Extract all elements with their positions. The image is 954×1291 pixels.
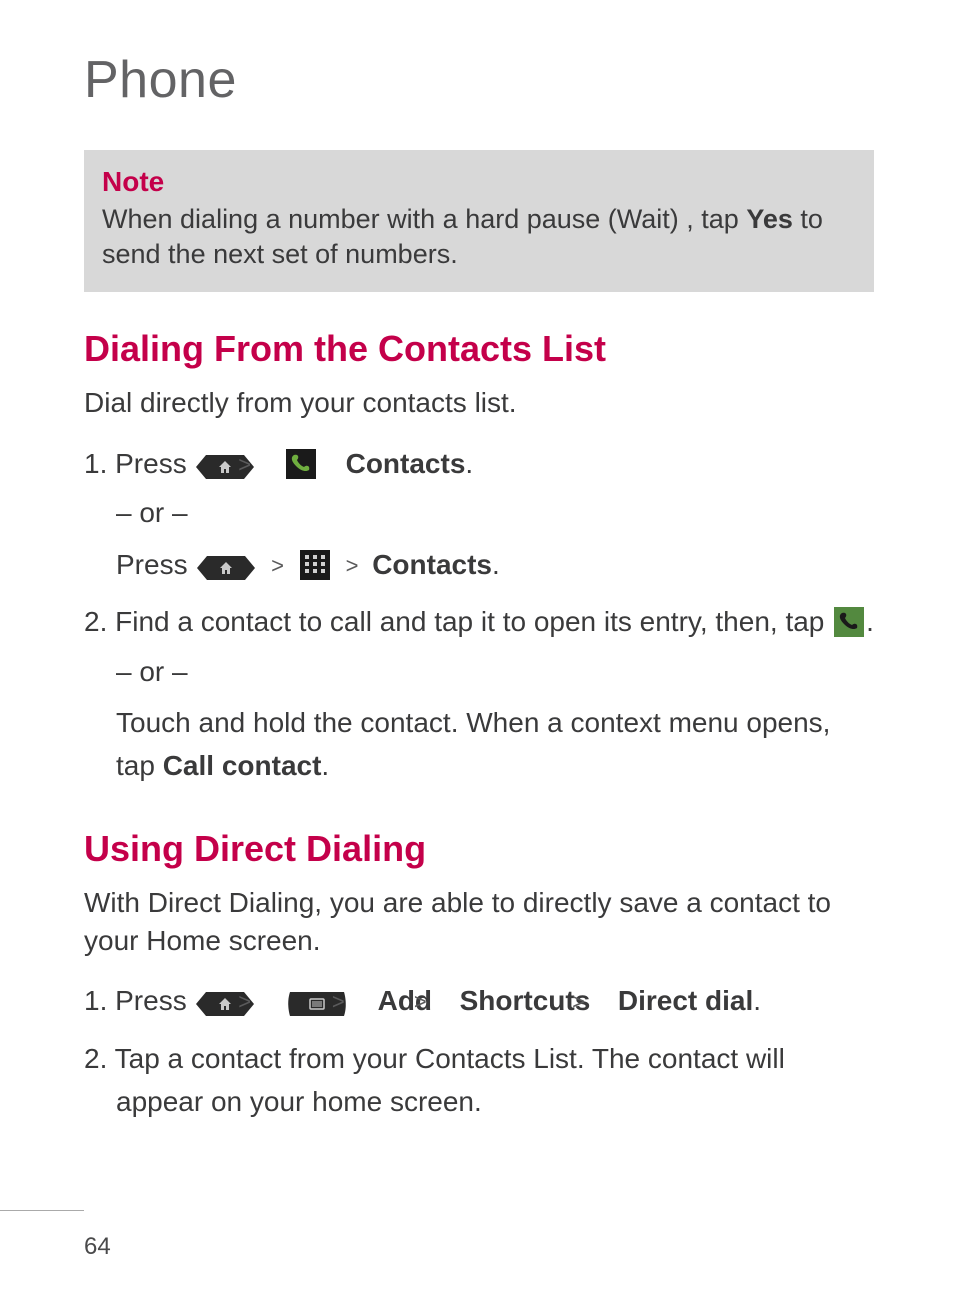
call-icon: [834, 607, 864, 637]
page-title: Phone: [84, 50, 874, 110]
period: .: [465, 448, 473, 479]
section-dialing-from-contacts: Dialing From the Contacts List Dial dire…: [84, 328, 874, 788]
page-number: 64: [84, 1233, 111, 1261]
call-contact-label: Call contact: [163, 750, 322, 781]
note-text-before: When dialing a number with a hard pause …: [102, 204, 746, 234]
step-1: 1. Press > > Add > Shortcuts: [84, 979, 874, 1022]
step2-alt: Touch and hold the contact. When a conte…: [116, 701, 874, 788]
contacts-label: Contacts: [346, 448, 466, 479]
chevron-right-icon: >: [271, 549, 284, 583]
step-2: 2. Find a contact to call and tap it to …: [84, 600, 874, 788]
section-heading: Using Direct Dialing: [84, 828, 874, 870]
footer-rule: [0, 1210, 84, 1211]
dialpad-icon: [300, 550, 330, 580]
chevron-right-icon: >: [346, 549, 359, 583]
home-key-icon: [197, 556, 255, 580]
period: .: [492, 549, 500, 580]
shortcuts-label: Shortcuts: [460, 985, 591, 1016]
note-label: Note: [102, 166, 856, 198]
step-1: 1. Press > > Contacts. – or – Press: [84, 442, 874, 586]
direct-dial-label: Direct dial: [618, 985, 753, 1016]
section-heading: Dialing From the Contacts List: [84, 328, 874, 370]
section-direct-dialing: Using Direct Dialing With Direct Dialing…: [84, 828, 874, 1124]
step-2: 2. Tap a contact from your Contacts List…: [84, 1037, 874, 1124]
step2-text: 2. Find a contact to call and tap it to …: [84, 606, 832, 637]
section-intro: With Direct Dialing, you are able to dir…: [84, 884, 874, 960]
period: .: [753, 985, 761, 1016]
period: .: [866, 606, 874, 637]
step1-prefix: 1. Press: [84, 985, 194, 1016]
note-text: When dialing a number with a hard pause …: [102, 204, 823, 269]
step1-alt: Press > > Contacts.: [116, 543, 874, 586]
step1-prefix: 1. Press: [84, 448, 194, 479]
step2-followup-after: .: [321, 750, 329, 781]
or-separator: – or –: [116, 650, 874, 693]
contacts-label: Contacts: [372, 549, 492, 580]
note-box: Note When dialing a number with a hard p…: [84, 150, 874, 292]
manual-page: Phone Note When dialing a number with a …: [0, 0, 954, 1291]
section-intro: Dial directly from your contacts list.: [84, 384, 874, 422]
phone-app-icon: [286, 449, 316, 479]
or-separator: – or –: [116, 491, 874, 534]
note-bold: Yes: [746, 204, 793, 234]
press-label: Press: [116, 549, 195, 580]
